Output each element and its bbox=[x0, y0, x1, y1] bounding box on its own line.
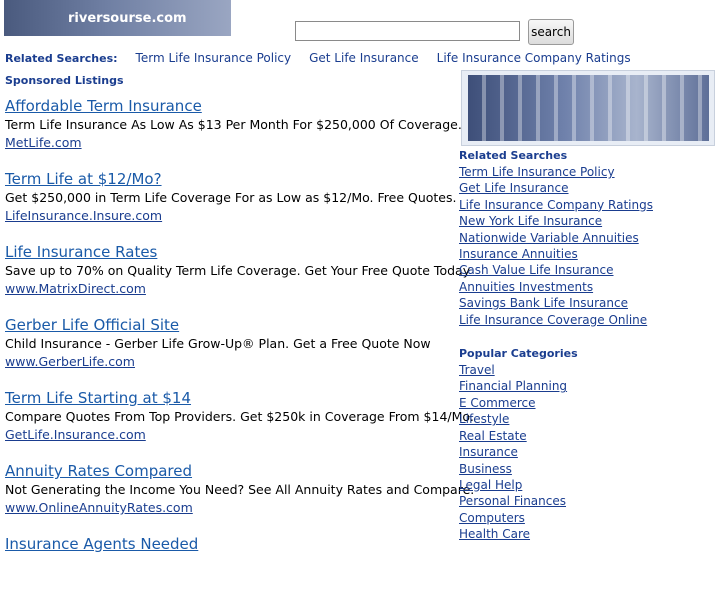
listing-url[interactable]: MetLife.com bbox=[5, 134, 455, 151]
list-item: Financial Planning bbox=[459, 378, 719, 394]
list-item: Savings Bank Life Insurance bbox=[459, 295, 719, 311]
popular-categories-heading: Popular Categories bbox=[459, 347, 578, 361]
listing-item: Term Life at $12/Mo? Get $250,000 in Ter… bbox=[5, 170, 457, 243]
listing-title[interactable]: Annuity Rates Compared bbox=[5, 462, 455, 481]
listing-title[interactable]: Life Insurance Rates bbox=[5, 243, 455, 262]
list-item: Get Life Insurance bbox=[459, 180, 719, 196]
category-link[interactable]: Legal Help bbox=[459, 478, 522, 492]
related-link-term-life-policy[interactable]: Term Life Insurance Policy bbox=[136, 51, 292, 65]
category-link[interactable]: Business bbox=[459, 462, 512, 476]
list-item: Cash Value Life Insurance bbox=[459, 262, 719, 278]
listing-item: Life Insurance Rates Save up to 70% on Q… bbox=[5, 243, 471, 316]
sponsored-listings: Affordable Term Insurance Term Life Insu… bbox=[5, 97, 475, 608]
list-item: Insurance Annuities bbox=[459, 246, 719, 262]
listing-item: Affordable Term Insurance Term Life Insu… bbox=[5, 97, 462, 170]
category-link[interactable]: Computers bbox=[459, 511, 525, 525]
related-link[interactable]: Cash Value Life Insurance bbox=[459, 263, 614, 277]
list-item: Travel bbox=[459, 362, 719, 378]
related-searches-heading: Related Searches bbox=[459, 149, 568, 162]
listing-title[interactable]: Gerber Life Official Site bbox=[5, 316, 455, 335]
listing-url[interactable]: www.GerberLife.com bbox=[5, 353, 455, 370]
listing-description: Not Generating the Income You Need? See … bbox=[5, 482, 475, 497]
list-item: Annuities Investments bbox=[459, 279, 719, 295]
list-item: Business bbox=[459, 461, 719, 477]
popular-categories-list: Travel Financial Planning E Commerce Lif… bbox=[459, 362, 719, 542]
category-link[interactable]: Personal Finances bbox=[459, 494, 566, 508]
related-link[interactable]: Life Insurance Company Ratings bbox=[459, 198, 653, 212]
list-item: Life Insurance Coverage Online bbox=[459, 312, 719, 328]
list-item: Nationwide Variable Annuities bbox=[459, 230, 719, 246]
listing-title[interactable]: Term Life at $12/Mo? bbox=[5, 170, 455, 189]
list-item: New York Life Insurance bbox=[459, 213, 719, 229]
listing-title[interactable]: Term Life Starting at $14 bbox=[5, 389, 455, 408]
listing-item: Insurance Agents Needed bbox=[5, 535, 455, 608]
related-searches-list: Term Life Insurance Policy Get Life Insu… bbox=[459, 164, 719, 328]
listing-description: Child Insurance - Gerber Life Grow-Up® P… bbox=[5, 336, 431, 351]
building-image bbox=[468, 75, 709, 141]
category-link[interactable]: Financial Planning bbox=[459, 379, 567, 393]
list-item: Real Estate bbox=[459, 428, 719, 444]
list-item: E Commerce bbox=[459, 395, 719, 411]
popular-categories: Popular Categories Travel Financial Plan… bbox=[459, 346, 719, 542]
listing-item: Term Life Starting at $14 Compare Quotes… bbox=[5, 389, 474, 462]
related-searches-label: Related Searches: bbox=[5, 51, 118, 65]
related-link-company-ratings[interactable]: Life Insurance Company Ratings bbox=[437, 51, 631, 65]
category-link[interactable]: E Commerce bbox=[459, 396, 536, 410]
related-link[interactable]: Insurance Annuities bbox=[459, 247, 578, 261]
category-link[interactable]: Lifestyle bbox=[459, 412, 509, 426]
listing-description: Term Life Insurance As Low As $13 Per Mo… bbox=[5, 117, 462, 132]
listing-url[interactable]: GetLife.Insurance.com bbox=[5, 426, 455, 443]
list-item: Insurance bbox=[459, 444, 719, 460]
listing-url[interactable]: www.MatrixDirect.com bbox=[5, 280, 455, 297]
related-link-get-life-insurance[interactable]: Get Life Insurance bbox=[309, 51, 419, 65]
site-logo-text: riversourse.com bbox=[68, 10, 187, 26]
category-link[interactable]: Real Estate bbox=[459, 429, 527, 443]
header-photo bbox=[461, 70, 715, 146]
listing-description: Save up to 70% on Quality Term Life Cove… bbox=[5, 263, 471, 278]
list-item: Health Care bbox=[459, 526, 719, 542]
search-input[interactable] bbox=[295, 21, 520, 41]
listing-title[interactable]: Affordable Term Insurance bbox=[5, 97, 455, 116]
listing-url[interactable]: LifeInsurance.Insure.com bbox=[5, 207, 455, 224]
listing-item: Annuity Rates Compared Not Generating th… bbox=[5, 462, 475, 535]
listing-description: Get $250,000 in Term Life Coverage For a… bbox=[5, 190, 457, 205]
listing-url[interactable]: www.OnlineAnnuityRates.com bbox=[5, 499, 455, 516]
list-item: Life Insurance Company Ratings bbox=[459, 197, 719, 213]
related-link[interactable]: Term Life Insurance Policy bbox=[459, 165, 615, 179]
related-link[interactable]: Nationwide Variable Annuities bbox=[459, 231, 639, 245]
listing-description: Compare Quotes From Top Providers. Get $… bbox=[5, 409, 474, 424]
right-sidebar: Related Searches Term Life Insurance Pol… bbox=[459, 148, 719, 543]
list-item: Computers bbox=[459, 510, 719, 526]
category-link[interactable]: Insurance bbox=[459, 445, 518, 459]
list-item: Lifestyle bbox=[459, 411, 719, 427]
category-link[interactable]: Health Care bbox=[459, 527, 530, 541]
category-link[interactable]: Travel bbox=[459, 363, 495, 377]
related-link[interactable]: Annuities Investments bbox=[459, 280, 593, 294]
search-button[interactable]: search bbox=[528, 19, 574, 45]
sponsored-listings-label: Sponsored Listings bbox=[5, 74, 124, 87]
related-link[interactable]: Get Life Insurance bbox=[459, 181, 569, 195]
site-logo[interactable]: riversourse.com bbox=[4, 0, 231, 36]
list-item: Personal Finances bbox=[459, 493, 719, 509]
related-link[interactable]: Life Insurance Coverage Online bbox=[459, 313, 647, 327]
listing-item: Gerber Life Official Site Child Insuranc… bbox=[5, 316, 455, 389]
related-link[interactable]: Savings Bank Life Insurance bbox=[459, 296, 628, 310]
list-item: Term Life Insurance Policy bbox=[459, 164, 719, 180]
list-item: Legal Help bbox=[459, 477, 719, 493]
related-searches-bar: Related Searches: Term Life Insurance Po… bbox=[5, 50, 649, 66]
related-link[interactable]: New York Life Insurance bbox=[459, 214, 602, 228]
